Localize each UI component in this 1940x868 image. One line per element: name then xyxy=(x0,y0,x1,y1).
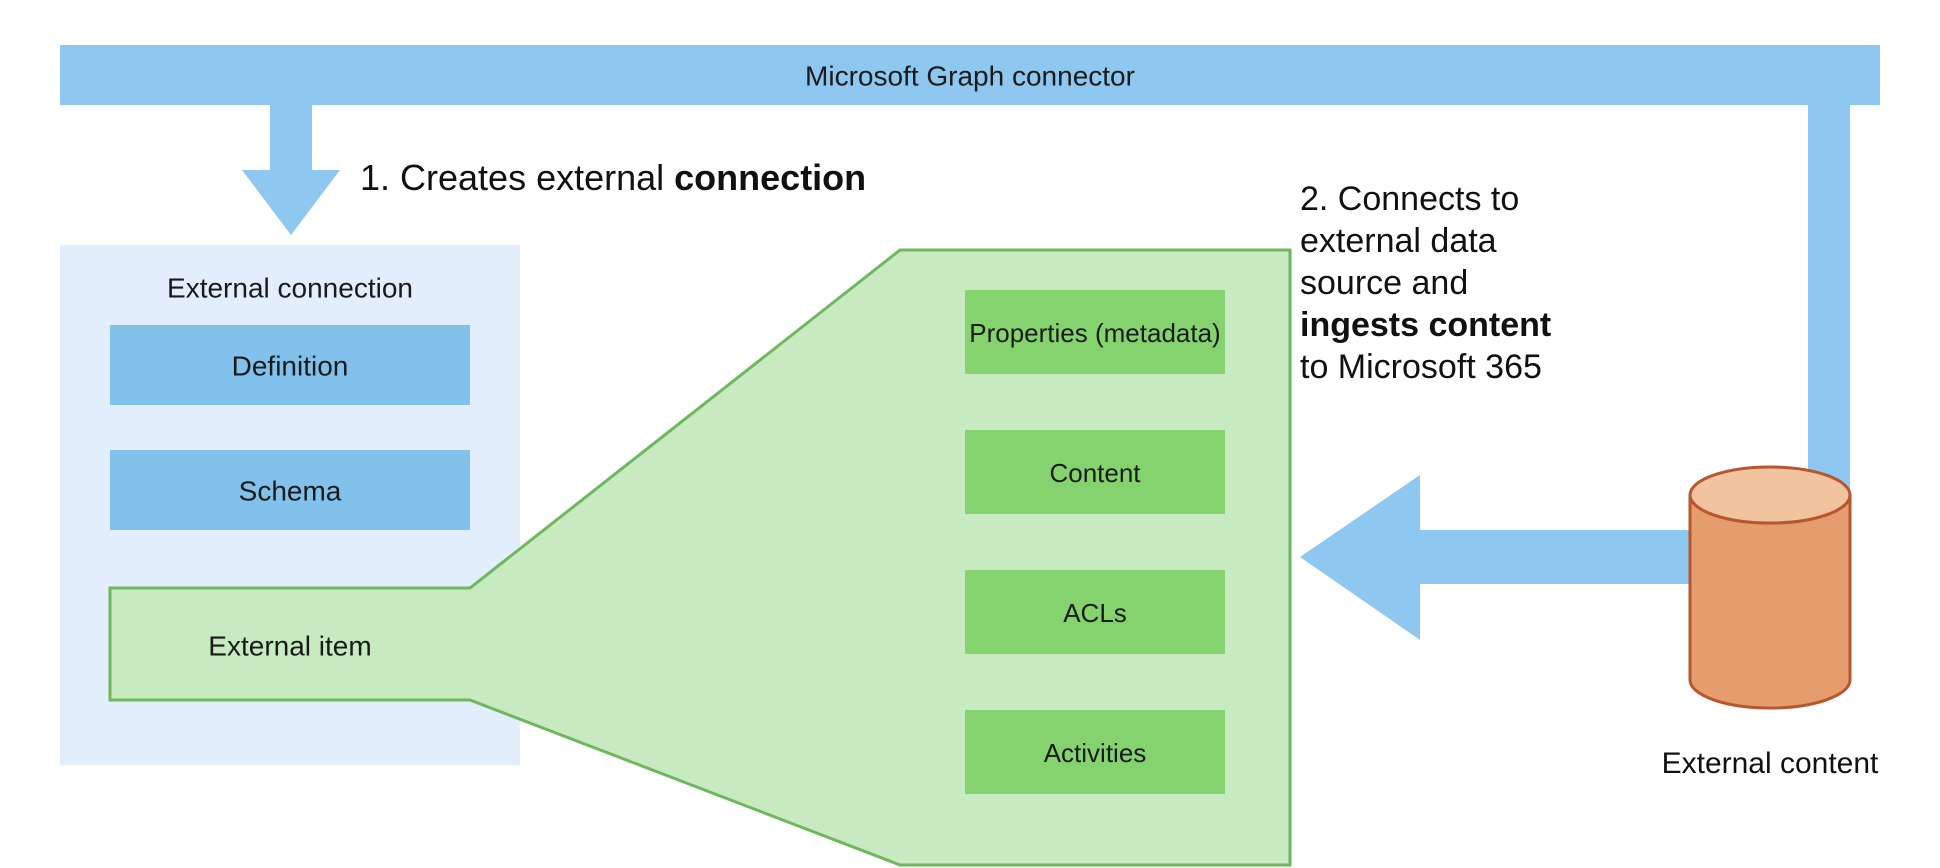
external-connection-title: External connection xyxy=(167,272,413,303)
properties-label: Properties (metadata) xyxy=(969,318,1220,348)
external-item-label: External item xyxy=(208,630,371,661)
schema-label: Schema xyxy=(239,475,342,506)
diagram-svg: Microsoft Graph connector 1. Creates ext… xyxy=(0,0,1940,868)
acls-label: ACLs xyxy=(1063,598,1127,628)
content-label: Content xyxy=(1049,458,1141,488)
step1-caption: 1. Creates external connection xyxy=(360,157,866,198)
step2-caption: 2. Connects to external data source and … xyxy=(1300,180,1561,386)
definition-label: Definition xyxy=(232,350,349,381)
connector-bar-label: Microsoft Graph connector xyxy=(805,60,1135,91)
activities-label: Activities xyxy=(1044,738,1147,768)
external-content-label: External content xyxy=(1662,747,1879,780)
database-icon xyxy=(1690,467,1850,708)
arrow-step1-icon xyxy=(242,105,340,235)
